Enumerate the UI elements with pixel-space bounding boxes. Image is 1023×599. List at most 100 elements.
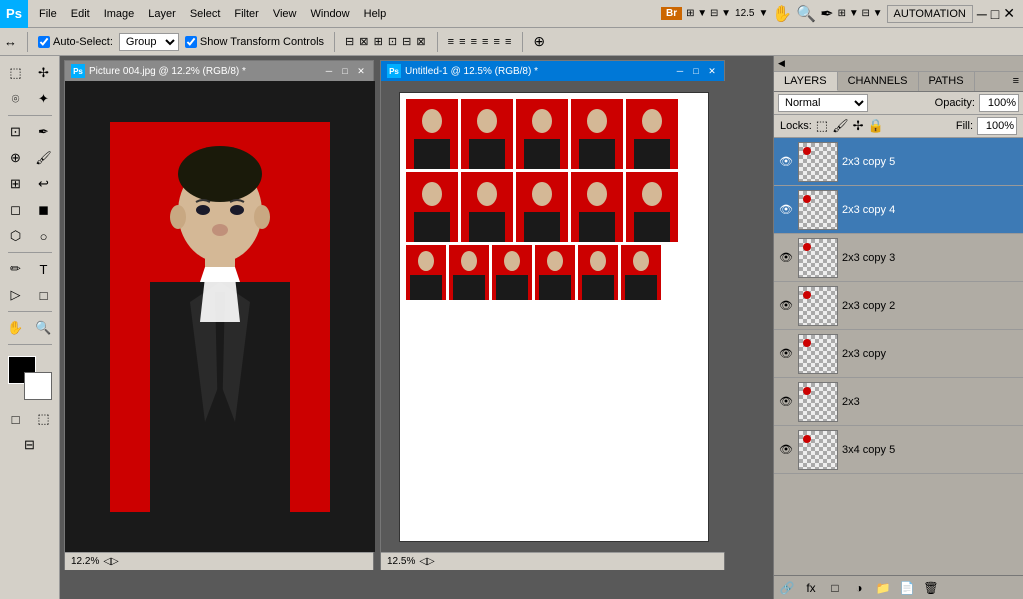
- menu-window[interactable]: Window: [304, 6, 357, 22]
- menu-image[interactable]: Image: [97, 6, 142, 22]
- selection-tool[interactable]: ⬚: [4, 61, 28, 85]
- doc1-maximize[interactable]: □: [339, 65, 351, 77]
- autoselect-dropdown[interactable]: Group Layer: [119, 33, 179, 51]
- add-style-icon[interactable]: fx: [802, 579, 820, 597]
- move-tool[interactable]: ✢: [32, 61, 56, 85]
- layer-eye-2x3copy5[interactable]: 👁: [778, 154, 794, 170]
- layer-thumb-2x3: [798, 382, 838, 422]
- fill-input[interactable]: [977, 117, 1017, 135]
- path-select-tool[interactable]: ▷: [4, 283, 28, 307]
- doc1-minimize[interactable]: ─: [323, 65, 335, 77]
- pen-path-tool[interactable]: ✏: [4, 257, 28, 281]
- history-brush-tool[interactable]: ↩: [32, 172, 56, 196]
- spot-heal-tool[interactable]: ⊕: [4, 146, 28, 170]
- layer-eye-2x3copy4[interactable]: 👁: [778, 202, 794, 218]
- minimize-button[interactable]: ─: [977, 6, 987, 22]
- align-icons[interactable]: ⊟ ⊠ ⊞ ⊡ ⊟ ⊠: [345, 35, 427, 48]
- close-button[interactable]: ✕: [1003, 5, 1015, 22]
- shape-tool[interactable]: □: [32, 283, 56, 307]
- menu-help[interactable]: Help: [357, 6, 394, 22]
- pen-icon[interactable]: ✒: [820, 4, 833, 24]
- showtransform-checkbox[interactable]: [185, 36, 197, 48]
- gradient-tool[interactable]: ◼: [32, 198, 56, 222]
- layer-item-2x3copy2[interactable]: 👁 2x3 copy 2: [774, 282, 1023, 330]
- menu-filter[interactable]: Filter: [227, 6, 265, 22]
- doc1-close[interactable]: ✕: [355, 65, 367, 77]
- layer-item-2x3copy3[interactable]: 👁 2x3 copy 3: [774, 234, 1023, 282]
- eyedropper-tool[interactable]: ✒: [32, 120, 56, 144]
- layer-eye-3x4copy5[interactable]: 👁: [778, 442, 794, 458]
- transform-icon[interactable]: ⊕: [533, 33, 545, 50]
- layer-eye-2x3[interactable]: 👁: [778, 394, 794, 410]
- blend-mode-select[interactable]: Normal Multiply Screen: [778, 94, 868, 112]
- layer-item-2x3copy4[interactable]: 👁 2x3 copy 4: [774, 186, 1023, 234]
- hand-tool-icon[interactable]: ✋: [772, 4, 792, 24]
- doc2-maximize[interactable]: □: [690, 65, 702, 77]
- autoselect-checkbox[interactable]: [38, 36, 50, 48]
- magic-wand-tool[interactable]: ✦: [32, 87, 56, 111]
- screen-mode-icon[interactable]: ⊟: [18, 433, 42, 457]
- menu-file[interactable]: File: [32, 6, 64, 22]
- color-picker[interactable]: [8, 356, 52, 400]
- arrangement-icons[interactable]: ⊞ ▼ ⊟ ▼: [686, 8, 731, 19]
- zoom-value: 12.5: [735, 8, 754, 19]
- search-icon[interactable]: 🔍: [796, 4, 816, 24]
- eraser-tool[interactable]: ◻: [4, 198, 28, 222]
- doc2-close[interactable]: ✕: [706, 65, 718, 77]
- clone-tool[interactable]: ⊞: [4, 172, 28, 196]
- grid-icon[interactable]: ⊞ ▼ ⊟ ▼: [838, 8, 883, 19]
- workspace-button[interactable]: AUTOMATION: [887, 5, 973, 23]
- new-layer-icon[interactable]: 📄: [898, 579, 916, 597]
- brush-tool[interactable]: 🖌: [32, 146, 56, 170]
- tab-paths[interactable]: PATHS: [919, 72, 975, 91]
- lock-move-icon[interactable]: ✢: [853, 118, 864, 134]
- photo-thumb-2-5: [626, 172, 678, 242]
- lock-transparent-icon[interactable]: ⬚: [816, 118, 828, 134]
- background-color[interactable]: [24, 372, 52, 400]
- doc1-scroll-h[interactable]: ◁▷: [103, 556, 118, 567]
- bridge-button[interactable]: Br: [661, 7, 682, 20]
- quickmask-icon[interactable]: ⬚: [32, 407, 56, 431]
- tab-layers[interactable]: LAYERS: [774, 72, 838, 91]
- menu-layer[interactable]: Layer: [141, 6, 183, 22]
- layer-item-2x3copy5[interactable]: 👁 2x3 copy 5: [774, 138, 1023, 186]
- panel-collapse-bar[interactable]: ◀: [774, 56, 1023, 72]
- layer-eye-2x3copy[interactable]: 👁: [778, 346, 794, 362]
- photo-thumb-3-3: [492, 245, 532, 300]
- menu-select[interactable]: Select: [183, 6, 228, 22]
- lasso-tool[interactable]: ⌾: [4, 87, 28, 111]
- new-group-icon[interactable]: 📁: [874, 579, 892, 597]
- doc2-scroll-h[interactable]: ◁▷: [419, 556, 434, 567]
- distribute-icons[interactable]: ≡ ≡ ≡ ≡ ≡ ≡: [448, 36, 513, 48]
- standard-mode-icon[interactable]: □: [4, 407, 28, 431]
- zoom-tool[interactable]: 🔍: [32, 316, 56, 340]
- menu-view[interactable]: View: [266, 6, 304, 22]
- menu-edit[interactable]: Edit: [64, 6, 97, 22]
- link-layers-icon[interactable]: 🔗: [778, 579, 796, 597]
- doc2-minimize[interactable]: ─: [674, 65, 686, 77]
- layer-eye-2x3copy2[interactable]: 👁: [778, 298, 794, 314]
- blur-tool[interactable]: ⬡: [4, 224, 28, 248]
- add-mask-icon[interactable]: □: [826, 579, 844, 597]
- type-tool[interactable]: T: [32, 257, 56, 281]
- new-adjustment-icon[interactable]: ◑: [850, 579, 868, 597]
- opacity-input[interactable]: [979, 94, 1019, 112]
- layer-item-3x4copy5[interactable]: 👁 3x4 copy 5: [774, 426, 1023, 474]
- ps-logo: Ps: [0, 0, 28, 28]
- lock-paint-icon[interactable]: 🖌: [832, 118, 849, 134]
- layer-item-2x3[interactable]: 👁 2x3: [774, 378, 1023, 426]
- lock-all-icon[interactable]: 🔒: [868, 118, 884, 134]
- zoom-dropdown[interactable]: ▼: [759, 8, 769, 19]
- maximize-button[interactable]: □: [991, 6, 999, 22]
- delete-layer-icon[interactable]: 🗑: [922, 579, 940, 597]
- layer-name-2x3copy: 2x3 copy: [842, 348, 1019, 360]
- layer-item-2x3copy[interactable]: 👁 2x3 copy: [774, 330, 1023, 378]
- panel-menu-icon[interactable]: ≡: [1009, 72, 1023, 91]
- move-tool-icon[interactable]: ↔: [4, 34, 17, 49]
- hand-tool[interactable]: ✋: [4, 316, 28, 340]
- layer-eye-2x3copy3[interactable]: 👁: [778, 250, 794, 266]
- tab-channels[interactable]: CHANNELS: [838, 72, 919, 91]
- crop-tool[interactable]: ⊡: [4, 120, 28, 144]
- opacity-label: Opacity:: [935, 97, 975, 109]
- dodge-tool[interactable]: ○: [32, 224, 56, 248]
